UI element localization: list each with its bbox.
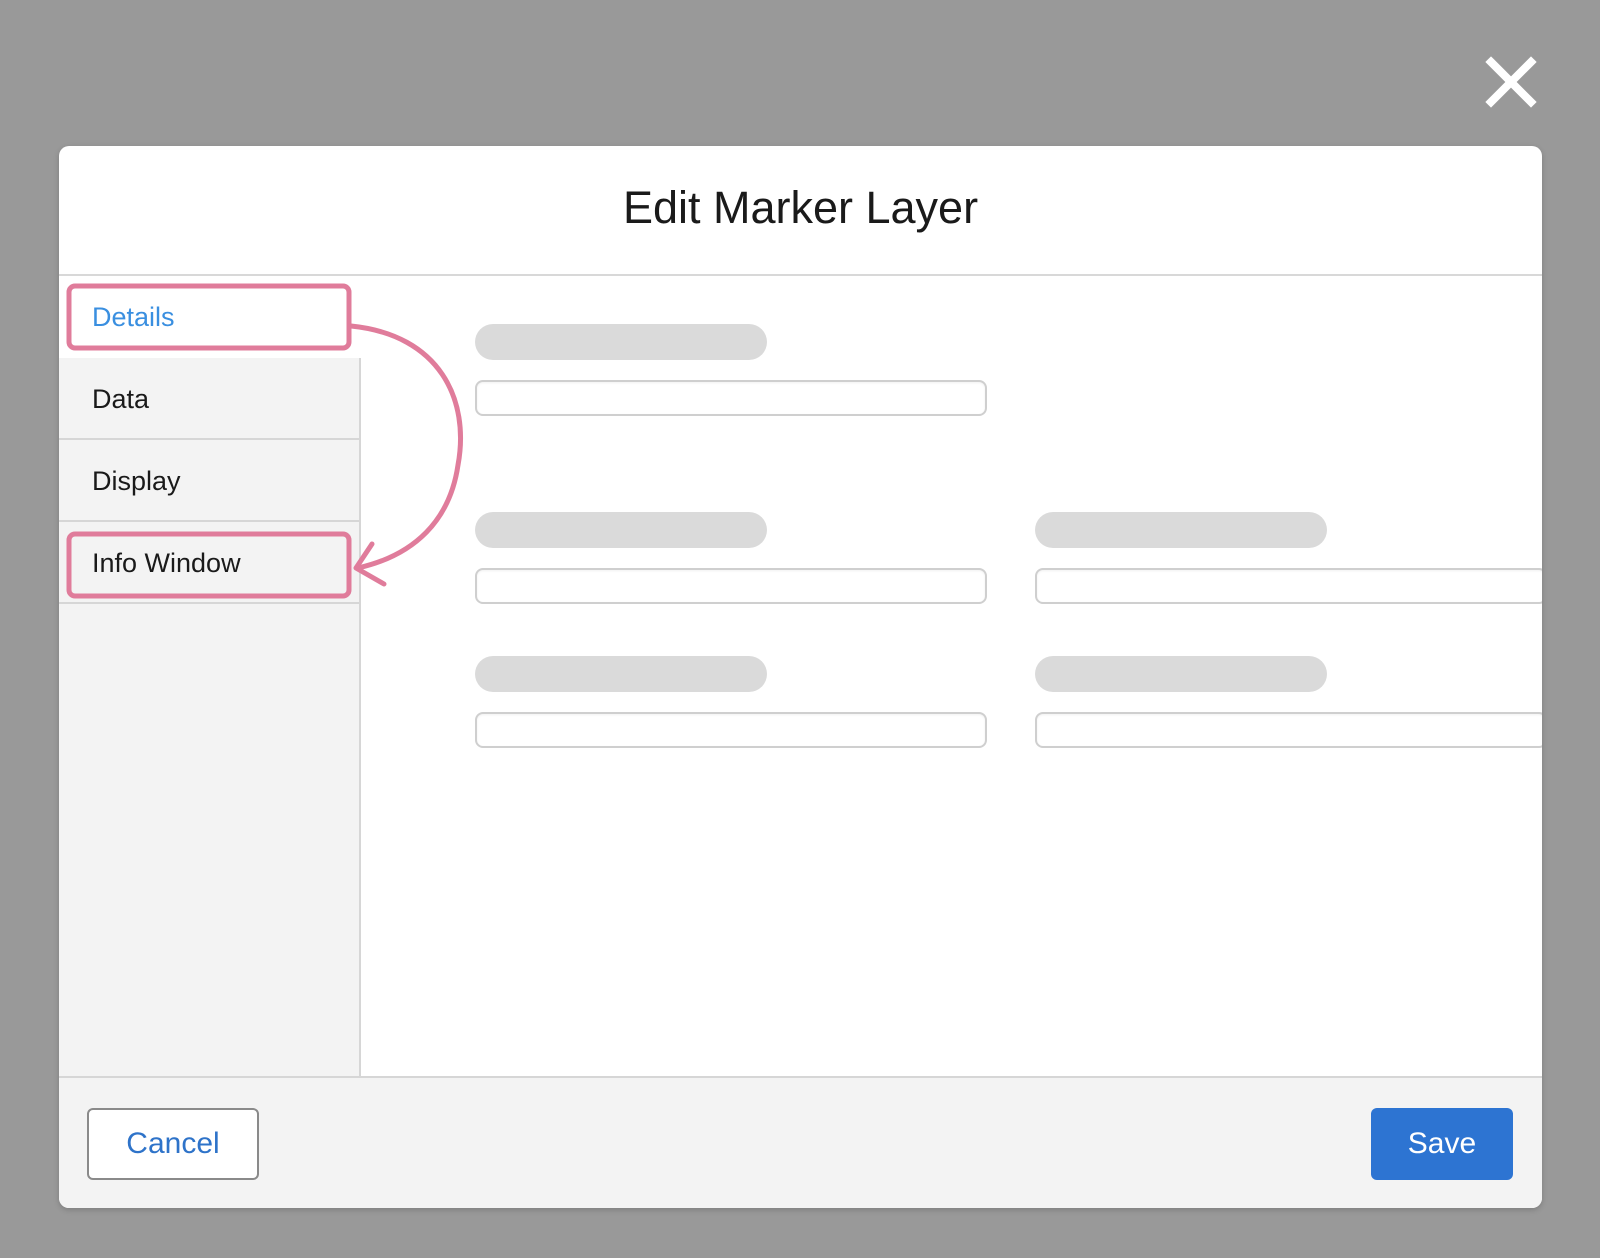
dialog-footer: Cancel Save [59, 1076, 1542, 1208]
field-label-placeholder [1035, 512, 1327, 548]
field-label-placeholder [475, 324, 767, 360]
details-form [361, 276, 1542, 1076]
sidebar-item-label: Info Window [92, 548, 241, 578]
dialog-header: Edit Marker Layer [59, 146, 1542, 276]
sidebar-item-info-window[interactable]: Info Window [59, 522, 359, 604]
sidebar-item-label: Display [92, 466, 181, 496]
text-field[interactable] [1035, 568, 1542, 604]
edit-marker-layer-dialog: Edit Marker Layer Details Data Display I… [59, 146, 1542, 1208]
sidebar-item-details[interactable]: Details [59, 276, 361, 358]
field-label-placeholder [1035, 656, 1327, 692]
sidebar-item-label: Details [92, 302, 175, 332]
text-field[interactable] [475, 380, 987, 416]
field-label-placeholder [475, 512, 767, 548]
sidebar-item-data[interactable]: Data [59, 358, 359, 440]
dialog-sidebar: Details Data Display Info Window [59, 276, 361, 1076]
text-field[interactable] [1035, 712, 1542, 748]
text-field[interactable] [475, 568, 987, 604]
dialog-title: Edit Marker Layer [622, 182, 979, 233]
close-button[interactable] [1483, 54, 1539, 110]
cancel-button[interactable]: Cancel [87, 1108, 259, 1180]
sidebar-item-label: Data [92, 384, 150, 414]
text-field[interactable] [475, 712, 987, 748]
close-icon [1485, 56, 1537, 108]
save-button[interactable]: Save [1371, 1108, 1513, 1180]
sidebar-item-display[interactable]: Display [59, 440, 359, 522]
field-label-placeholder [475, 656, 767, 692]
